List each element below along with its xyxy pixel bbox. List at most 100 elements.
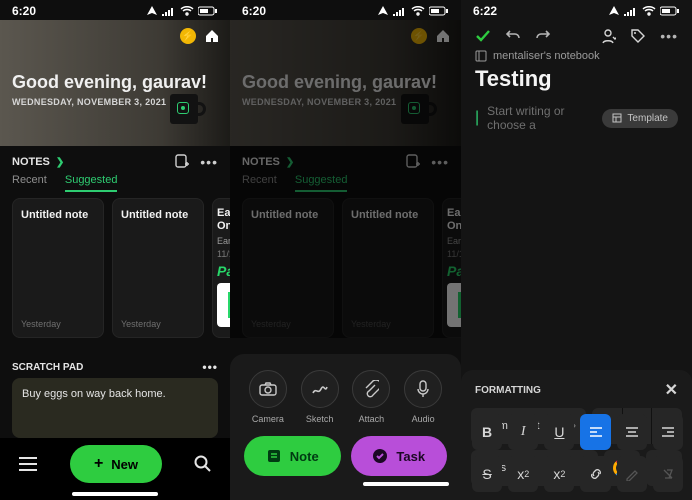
dots-icon[interactable]: ••• bbox=[660, 28, 678, 44]
camera-icon bbox=[259, 382, 277, 396]
notes-section-header: NOTES ❯ ••• bbox=[230, 146, 461, 174]
tag-icon[interactable] bbox=[630, 28, 646, 44]
promo-card[interactable]: EarnOnli Earn 11/1 Pai bbox=[212, 198, 230, 338]
note-date: Yesterday bbox=[351, 319, 391, 329]
battery-icon bbox=[660, 6, 680, 16]
plus-icon: + bbox=[94, 455, 103, 473]
create-task-button[interactable]: Task bbox=[351, 436, 448, 476]
done-icon[interactable] bbox=[475, 29, 491, 43]
home-icon[interactable] bbox=[435, 28, 451, 44]
close-icon[interactable]: ✕ bbox=[665, 380, 678, 400]
bold-button[interactable]: B bbox=[472, 414, 502, 450]
home-indicator bbox=[363, 482, 449, 486]
notebook-icon bbox=[475, 50, 487, 62]
create-sheet: Camera Sketch Attach Audio Not bbox=[230, 354, 461, 500]
scratch-label: SCRATCH PAD bbox=[12, 362, 83, 373]
promo-card[interactable]: EarnOnli Earn 11/1 Pai bbox=[442, 198, 461, 338]
note-card[interactable]: Untitled note Yesterday bbox=[342, 198, 434, 338]
tab-suggested[interactable]: Suggested bbox=[295, 174, 348, 192]
align-left-button[interactable] bbox=[580, 414, 610, 450]
dots-icon[interactable]: ••• bbox=[200, 154, 218, 170]
dots-icon[interactable]: ••• bbox=[202, 360, 218, 374]
home-pane: 6:20 ⚡ Good evening, gaurav! WEDNESDAY, … bbox=[0, 0, 230, 500]
signal-icon bbox=[162, 6, 176, 16]
attach-icon bbox=[363, 380, 379, 398]
tab-recent[interactable]: Recent bbox=[12, 174, 47, 192]
chevron-right-icon: ❯ bbox=[56, 157, 64, 168]
bolt-icon[interactable]: ⚡ bbox=[411, 28, 427, 44]
edit-button[interactable] bbox=[617, 456, 647, 492]
note-date: Yesterday bbox=[21, 319, 61, 329]
note-title: Untitled note bbox=[251, 209, 325, 221]
search-icon[interactable] bbox=[194, 455, 212, 473]
new-button[interactable]: + New bbox=[70, 445, 162, 483]
note-card[interactable]: Untitled note Yesterday bbox=[112, 198, 204, 338]
menu-icon[interactable] bbox=[18, 456, 38, 472]
promo-image bbox=[217, 283, 230, 327]
task-icon bbox=[372, 448, 388, 464]
quick-camera[interactable]: Camera bbox=[249, 370, 287, 424]
notes-label[interactable]: NOTES ❯ bbox=[242, 156, 294, 168]
superscript-button[interactable]: x2 bbox=[508, 456, 538, 492]
align-right-button[interactable] bbox=[653, 414, 683, 450]
signal-icon bbox=[393, 6, 407, 16]
undo-icon[interactable] bbox=[505, 28, 521, 44]
new-note-icon[interactable] bbox=[405, 154, 421, 170]
template-icon bbox=[612, 113, 622, 123]
note-date: Yesterday bbox=[251, 319, 291, 329]
status-bar: 6:20 bbox=[0, 0, 230, 20]
new-note-icon[interactable] bbox=[174, 154, 190, 170]
status-time: 6:20 bbox=[242, 4, 266, 18]
note-cards[interactable]: Untitled note Yesterday Untitled note Ye… bbox=[0, 198, 230, 338]
signal-icon bbox=[624, 6, 638, 16]
note-title: Untitled note bbox=[121, 209, 195, 221]
editor-placeholder[interactable]: Start writing or choose a bbox=[487, 104, 594, 132]
quick-attach[interactable]: Attach bbox=[352, 370, 390, 424]
editor-toolbar: ••• bbox=[461, 20, 692, 50]
status-time: 6:20 bbox=[12, 4, 36, 18]
italic-button[interactable]: I bbox=[508, 414, 538, 450]
subscript-button[interactable]: x2 bbox=[544, 456, 574, 492]
sketch-icon bbox=[311, 381, 329, 397]
note-card[interactable]: Untitled note Yesterday bbox=[12, 198, 104, 338]
tab-recent[interactable]: Recent bbox=[242, 174, 277, 192]
strikethrough-button[interactable]: S bbox=[472, 456, 502, 492]
status-bar: 6:20 bbox=[230, 0, 461, 20]
template-chip[interactable]: Template bbox=[602, 109, 678, 128]
wifi-icon bbox=[411, 6, 425, 16]
home-pane-sheet: 6:20 ⚡ Good evening, gaurav! WEDNESDAY, … bbox=[230, 0, 461, 500]
hero-banner: ⚡ Good evening, gaurav! WEDNESDAY, NOVEM… bbox=[230, 20, 461, 146]
align-center-button[interactable] bbox=[617, 414, 647, 450]
status-time: 6:22 bbox=[473, 4, 497, 18]
formatting-label: FORMATTING bbox=[475, 385, 541, 396]
redo-icon[interactable] bbox=[535, 28, 551, 44]
create-note-button[interactable]: Note bbox=[244, 436, 341, 476]
notes-label[interactable]: NOTES ❯ bbox=[12, 156, 64, 168]
chevron-right-icon: ❯ bbox=[286, 157, 294, 168]
battery-icon bbox=[429, 6, 449, 16]
home-icon[interactable] bbox=[204, 28, 220, 44]
note-title-input[interactable]: Testing bbox=[461, 62, 692, 98]
scratch-input[interactable]: Buy eggs on way back home. bbox=[12, 378, 218, 438]
note-cards[interactable]: Untitled note Yesterday Untitled note Ye… bbox=[230, 198, 461, 338]
notes-tabs: Recent Suggested bbox=[0, 174, 230, 198]
bolt-icon[interactable]: ⚡ bbox=[180, 28, 196, 44]
hero-banner: ⚡ Good evening, gaurav! WEDNESDAY, NOVEM… bbox=[0, 20, 230, 146]
quick-sketch[interactable]: Sketch bbox=[301, 370, 339, 424]
quick-audio[interactable]: Audio bbox=[404, 370, 442, 424]
wifi-icon bbox=[642, 6, 656, 16]
dots-icon[interactable]: ••• bbox=[431, 154, 449, 170]
tab-suggested[interactable]: Suggested bbox=[65, 174, 118, 192]
breadcrumb[interactable]: mentaliser's notebook bbox=[461, 50, 692, 62]
home-indicator bbox=[72, 492, 158, 496]
underline-button[interactable]: U bbox=[544, 414, 574, 450]
share-icon[interactable] bbox=[600, 28, 616, 44]
link-button[interactable] bbox=[580, 456, 610, 492]
status-bar: 6:22 bbox=[461, 0, 692, 20]
note-card[interactable]: Untitled note Yesterday bbox=[242, 198, 334, 338]
cup-illustration bbox=[162, 86, 208, 124]
clear-format-button[interactable] bbox=[653, 456, 683, 492]
cup-illustration bbox=[393, 86, 439, 124]
note-date: Yesterday bbox=[121, 319, 161, 329]
wifi-icon bbox=[180, 6, 194, 16]
